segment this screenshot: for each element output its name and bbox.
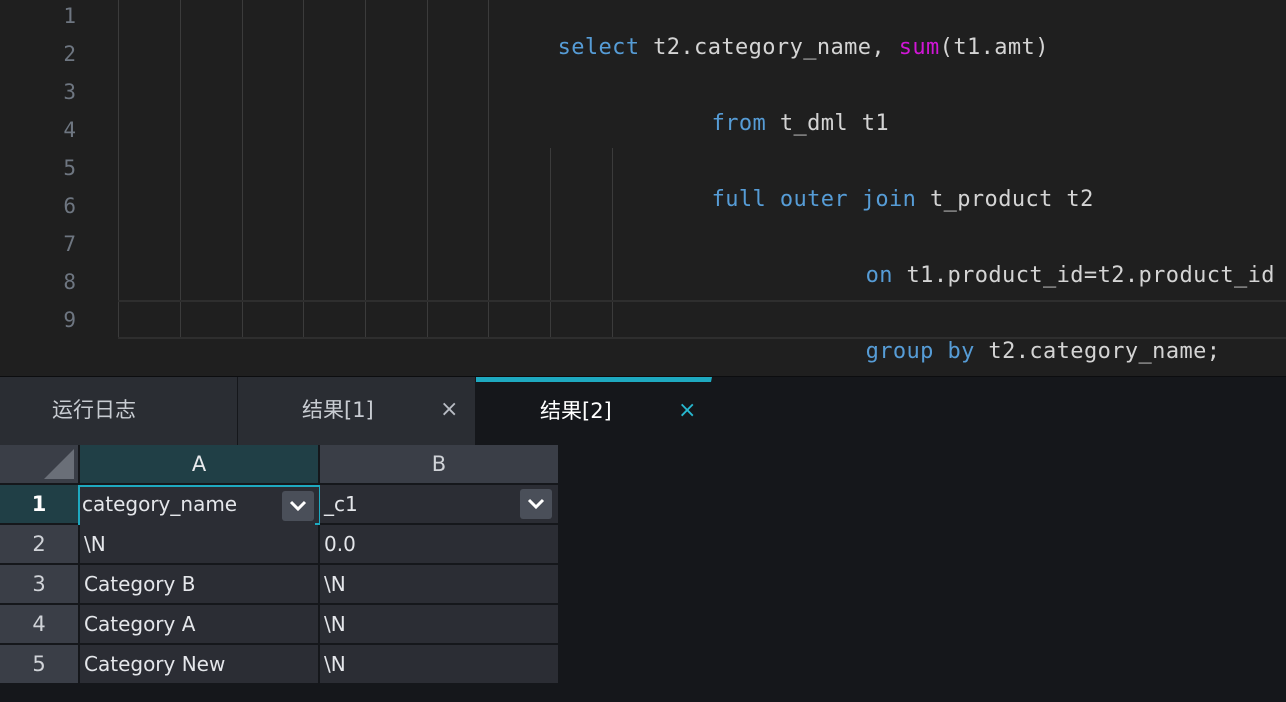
column-filter-dropdown[interactable] — [520, 489, 552, 519]
grid-cell[interactable]: 0.0 — [320, 525, 560, 565]
tab-label: 结果[2] — [540, 399, 612, 423]
tab-run-log[interactable]: 运行日志 — [0, 377, 238, 445]
indent-guide — [365, 0, 366, 338]
grid-cell[interactable]: Category B — [80, 565, 320, 605]
code-line-1[interactable]: select t2.category_name, sum(t1.amt) — [503, 0, 1049, 60]
line-number: 1 — [63, 4, 76, 28]
grid-cell[interactable]: _c1 — [320, 485, 560, 525]
code-text: t_dml t1 — [766, 111, 889, 136]
row-header[interactable]: 1 — [0, 485, 80, 525]
grid-cell[interactable]: \N — [320, 605, 560, 645]
close-icon[interactable]: × — [678, 382, 696, 450]
keyword: join — [861, 187, 917, 212]
indent-guide — [427, 0, 428, 338]
grid-cell-active[interactable]: category_name — [78, 485, 321, 527]
line-number: 3 — [63, 80, 76, 104]
line-number: 8 — [63, 270, 76, 294]
grid-cell[interactable]: \N — [320, 645, 560, 685]
line-number: 9 — [63, 308, 76, 332]
code-text: (t1.amt) — [939, 35, 1049, 60]
code-editor[interactable]: 1 2 3 4 5 6 7 8 9 select t2.category_nam… — [0, 0, 1286, 376]
indent-guide — [118, 0, 119, 338]
code-line-7[interactable]: on t1.product_id=t2.product_id — [811, 228, 1275, 288]
grid-cell[interactable]: Category New — [80, 645, 320, 685]
results-tab-bar: 运行日志 结果[1] × 结果[2] × — [0, 377, 1286, 445]
grid-cell[interactable]: \N — [80, 525, 320, 565]
code-text: t2.category_name, — [639, 35, 899, 60]
row-header[interactable]: 4 — [0, 605, 80, 645]
tab-result-1[interactable]: 结果[1] × — [238, 377, 476, 445]
code-text: t2.category_name; — [974, 339, 1221, 364]
keyword: outer — [779, 187, 849, 212]
chevron-down-icon — [527, 498, 545, 510]
keyword: by — [947, 339, 975, 364]
code-line-9[interactable]: group by t2.category_name; — [811, 304, 1220, 364]
results-panel: 运行日志 结果[1] × 结果[2] × A B 1 category_name… — [0, 376, 1286, 702]
tab-label: 结果[1] — [302, 398, 374, 422]
keyword: group — [865, 339, 934, 364]
keyword: on — [865, 263, 893, 288]
row-header[interactable]: 5 — [0, 645, 80, 685]
indent-guide — [303, 0, 304, 338]
code-text: t_product t2 — [916, 187, 1094, 212]
column-header-a[interactable]: A — [80, 445, 320, 485]
line-number-gutter: 1 2 3 4 5 6 7 8 9 — [0, 0, 100, 376]
row-header[interactable]: 3 — [0, 565, 80, 605]
tab-label: 运行日志 — [52, 398, 136, 422]
line-number: 2 — [63, 42, 76, 66]
indent-guide — [180, 0, 181, 338]
code-text: t1.product_id=t2.product_id — [892, 263, 1275, 288]
indent-guide — [488, 0, 489, 338]
column-filter-dropdown[interactable] — [282, 491, 314, 521]
select-all-corner[interactable] — [0, 445, 80, 485]
tab-result-2[interactable]: 结果[2] × — [476, 377, 712, 445]
function-name: sum — [898, 35, 940, 60]
cell-value: category_name — [82, 492, 238, 516]
line-number: 6 — [63, 194, 76, 218]
keyword: select — [557, 35, 640, 60]
line-number: 5 — [63, 156, 76, 180]
row-header[interactable]: 2 — [0, 525, 80, 565]
keyword: from — [711, 111, 767, 136]
grid-cell[interactable]: \N — [320, 565, 560, 605]
code-line-5[interactable]: full outer join t_product t2 — [657, 152, 1094, 212]
select-all-triangle-icon — [44, 449, 74, 479]
line-number: 7 — [63, 232, 76, 256]
code-line-3[interactable]: from t_dml t1 — [657, 76, 889, 136]
chevron-down-icon — [289, 500, 307, 512]
line-number: 4 — [63, 118, 76, 142]
column-header-b[interactable]: B — [320, 445, 560, 485]
indent-guide — [242, 0, 243, 338]
cell-value: _c1 — [324, 492, 358, 516]
grid-cell[interactable]: Category A — [80, 605, 320, 645]
keyword: full — [711, 187, 767, 212]
close-icon[interactable]: × — [440, 377, 458, 445]
